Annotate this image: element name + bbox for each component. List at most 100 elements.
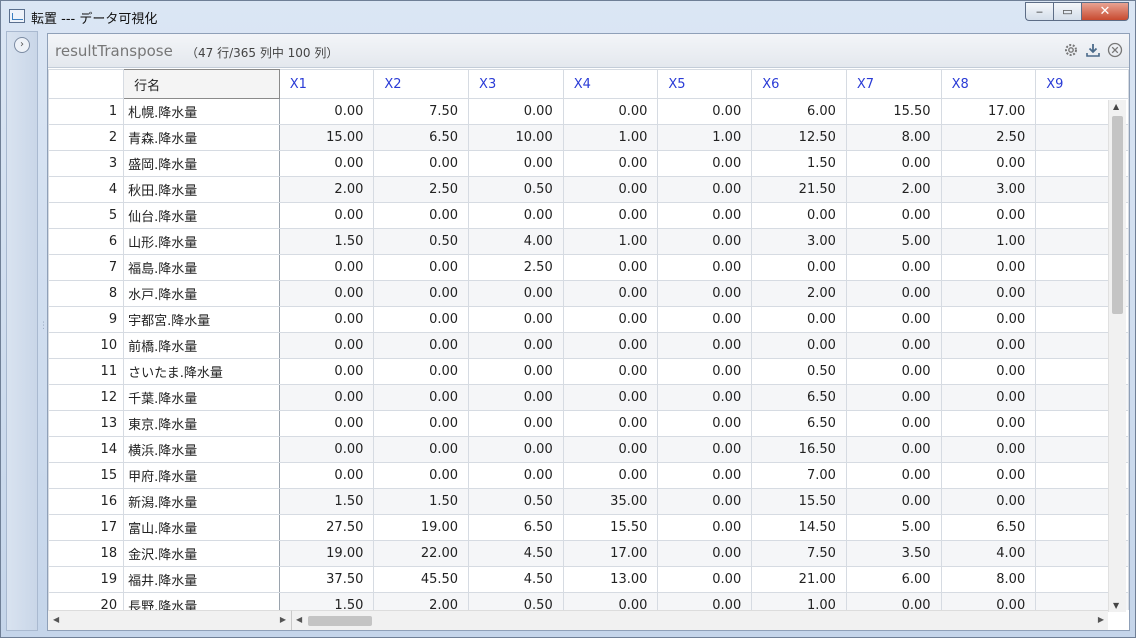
row-name[interactable]: 札幌.降水量 xyxy=(123,98,280,125)
table-cell[interactable]: 0.00 xyxy=(278,358,375,385)
table-cell[interactable]: 2.00 xyxy=(751,280,847,307)
table-cell[interactable]: 6.00 xyxy=(845,566,942,593)
table-cell[interactable]: 2.50 xyxy=(468,254,564,281)
table-cell[interactable]: 7.50 xyxy=(373,98,470,125)
table-cell[interactable]: 0.00 xyxy=(657,540,753,567)
table-cell[interactable]: 0.00 xyxy=(562,410,659,437)
table-cell[interactable]: 0.00 xyxy=(562,436,659,463)
table-cell[interactable]: 3.50 xyxy=(845,540,942,567)
table-cell[interactable]: 0.00 xyxy=(562,358,659,385)
table-cell[interactable]: 13.00 xyxy=(562,566,659,593)
table-row[interactable]: 1 札幌.降水量 0.00 7.50 0.00 0.00 0.00 6.00 15.50 17.0… xyxy=(48,98,1129,125)
column-header-x2[interactable]: X2 xyxy=(373,69,470,99)
table-cell[interactable]: 0.00 xyxy=(562,150,659,177)
table-cell[interactable]: 0.00 xyxy=(468,280,564,307)
horizontal-scroll-thumb[interactable] xyxy=(308,616,372,626)
table-cell[interactable]: 0.00 xyxy=(940,462,1037,489)
table-row[interactable]: 5 仙台.降水量 0.00 0.00 0.00 0.00 0.00 0.00 0.00 0.00 xyxy=(48,202,1129,229)
table-cell[interactable]: 1.50 xyxy=(278,592,375,610)
table-row[interactable]: 14 横浜.降水量 0.00 0.00 0.00 0.00 0.00 16.50 0.00 0.0… xyxy=(48,436,1129,463)
table-cell[interactable]: 0.00 xyxy=(751,254,847,281)
table-cell[interactable]: 0.00 xyxy=(373,410,470,437)
table-cell[interactable]: 0.00 xyxy=(657,436,753,463)
table-cell[interactable]: 0.00 xyxy=(373,384,470,411)
table-cell[interactable]: 0.00 xyxy=(278,202,375,229)
table-cell[interactable]: 5.00 xyxy=(845,514,942,541)
table-cell[interactable]: 0.00 xyxy=(562,592,659,610)
table-cell[interactable]: 21.50 xyxy=(751,176,847,203)
table-row[interactable]: 20 長野.降水量 1.50 2.00 0.50 0.00 0.00 1.00 0.00 0.00 xyxy=(48,592,1129,610)
table-cell[interactable]: 0.00 xyxy=(657,410,753,437)
table-cell[interactable]: 0.00 xyxy=(278,332,375,359)
table-cell[interactable]: 0.00 xyxy=(751,306,847,333)
table-cell[interactable]: 0.00 xyxy=(562,280,659,307)
table-cell[interactable]: 16.50 xyxy=(751,436,847,463)
row-name[interactable]: 宇都宮.降水量 xyxy=(123,306,280,333)
table-cell[interactable]: 5.00 xyxy=(845,228,942,255)
row-name[interactable]: 千葉.降水量 xyxy=(123,384,280,411)
table-cell[interactable]: 1.50 xyxy=(278,488,375,515)
table-cell[interactable]: 0.00 xyxy=(845,358,942,385)
table-cell[interactable]: 2.50 xyxy=(940,124,1037,151)
scroll-down-arrow-icon[interactable]: ▼ xyxy=(1113,601,1119,610)
table-cell[interactable]: 0.00 xyxy=(657,462,753,489)
table-row[interactable]: 10 前橋.降水量 0.00 0.00 0.00 0.00 0.00 0.00 0.00 0.00 xyxy=(48,332,1129,359)
table-cell[interactable]: 0.00 xyxy=(373,332,470,359)
data-horizontal-scrollbar[interactable]: ◀ ▶ xyxy=(291,610,1108,630)
table-cell[interactable]: 0.00 xyxy=(940,150,1037,177)
table-cell[interactable]: 0.00 xyxy=(845,280,942,307)
table-cell[interactable]: 10.00 xyxy=(468,124,564,151)
table-cell[interactable]: 1.00 xyxy=(657,124,753,151)
table-cell[interactable]: 0.00 xyxy=(562,98,659,125)
row-name[interactable]: 新潟.降水量 xyxy=(123,488,280,515)
table-row[interactable]: 6 山形.降水量 1.50 0.50 4.00 1.00 0.00 3.00 5.00 1.00 xyxy=(48,228,1129,255)
table-cell[interactable]: 0.00 xyxy=(940,358,1037,385)
table-cell[interactable]: 0.00 xyxy=(373,150,470,177)
row-name[interactable]: 横浜.降水量 xyxy=(123,436,280,463)
table-row[interactable]: 16 新潟.降水量 1.50 1.50 0.50 35.00 0.00 15.50 0.00 0.… xyxy=(48,488,1129,515)
table-row[interactable]: 3 盛岡.降水量 0.00 0.00 0.00 0.00 0.00 1.50 0.00 0.00 xyxy=(48,150,1129,177)
expand-icon[interactable]: › xyxy=(14,37,30,53)
table-cell[interactable]: 2.00 xyxy=(845,176,942,203)
table-row[interactable]: 11 さいたま.降水量 0.00 0.00 0.00 0.00 0.00 0.50 0.00 0.… xyxy=(48,358,1129,385)
table-cell[interactable]: 2.50 xyxy=(373,176,470,203)
table-cell[interactable]: 0.00 xyxy=(940,436,1037,463)
table-cell[interactable]: 0.00 xyxy=(845,254,942,281)
table-cell[interactable]: 0.00 xyxy=(751,202,847,229)
table-cell[interactable]: 2.00 xyxy=(278,176,375,203)
column-header-x6[interactable]: X6 xyxy=(751,69,847,99)
table-cell[interactable]: 0.50 xyxy=(373,228,470,255)
table-row[interactable]: 15 甲府.降水量 0.00 0.00 0.00 0.00 0.00 7.00 0.00 0.00 xyxy=(48,462,1129,489)
table-cell[interactable]: 19.00 xyxy=(373,514,470,541)
table-row[interactable]: 12 千葉.降水量 0.00 0.00 0.00 0.00 0.00 6.50 0.00 0.00 xyxy=(48,384,1129,411)
table-cell[interactable]: 15.50 xyxy=(845,98,942,125)
table-cell[interactable]: 0.00 xyxy=(657,254,753,281)
table-cell[interactable]: 0.00 xyxy=(845,202,942,229)
table-cell[interactable]: 0.00 xyxy=(657,202,753,229)
table-row[interactable]: 4 秋田.降水量 2.00 2.50 0.50 0.00 0.00 21.50 2.00 3.00 xyxy=(48,176,1129,203)
table-cell[interactable]: 0.00 xyxy=(562,202,659,229)
column-header-x4[interactable]: X4 xyxy=(562,69,659,99)
table-cell[interactable]: 6.50 xyxy=(940,514,1037,541)
table-row[interactable]: 17 富山.降水量 27.50 19.00 6.50 15.50 0.00 14.50 5.00… xyxy=(48,514,1129,541)
table-cell[interactable]: 0.00 xyxy=(562,462,659,489)
table-cell[interactable]: 6.50 xyxy=(751,384,847,411)
column-header-x3[interactable]: X3 xyxy=(468,69,564,99)
table-cell[interactable]: 0.50 xyxy=(468,176,564,203)
download-icon[interactable] xyxy=(1085,42,1101,58)
table-cell[interactable]: 1.00 xyxy=(751,592,847,610)
table-cell[interactable]: 0.00 xyxy=(468,384,564,411)
column-header-x9[interactable]: X9 xyxy=(1035,69,1129,99)
table-cell[interactable]: 6.00 xyxy=(751,98,847,125)
table-cell[interactable]: 0.00 xyxy=(940,306,1037,333)
scroll-up-arrow-icon[interactable]: ▲ xyxy=(1113,102,1119,111)
table-cell[interactable]: 0.00 xyxy=(845,436,942,463)
table-row[interactable]: 18 金沢.降水量 19.00 22.00 4.50 17.00 0.00 7.50 3.50 4… xyxy=(48,540,1129,567)
table-cell[interactable]: 3.00 xyxy=(940,176,1037,203)
table-cell[interactable]: 0.00 xyxy=(657,150,753,177)
table-cell[interactable]: 0.00 xyxy=(468,436,564,463)
column-header-x1[interactable]: X1 xyxy=(278,69,375,99)
row-name[interactable]: 青森.降水量 xyxy=(123,124,280,151)
table-cell[interactable]: 12.50 xyxy=(751,124,847,151)
row-name[interactable]: さいたま.降水量 xyxy=(123,358,280,385)
